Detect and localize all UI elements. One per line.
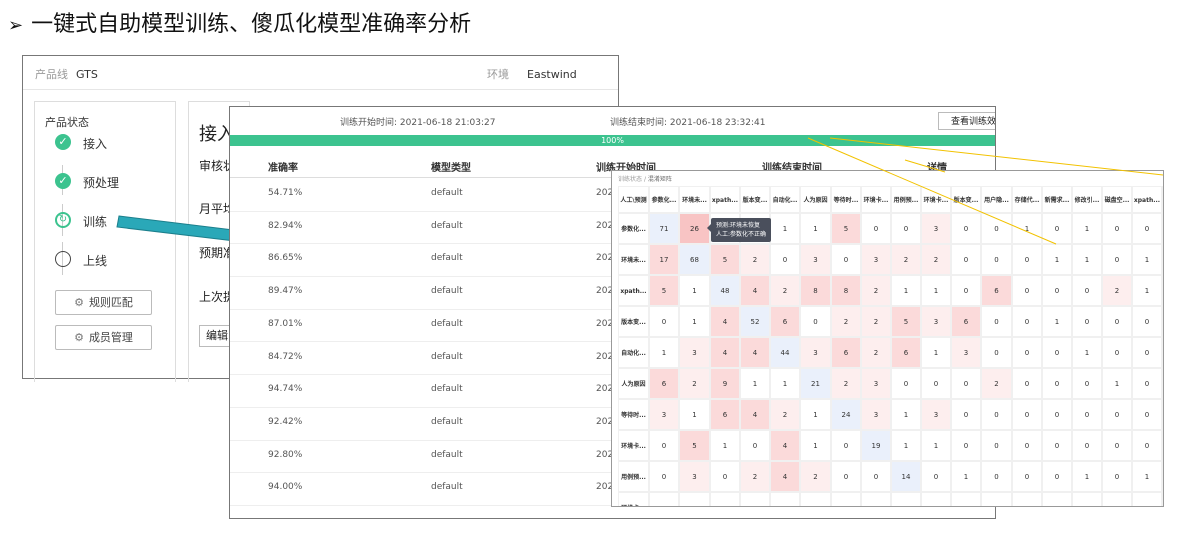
callout-line (829, 137, 1164, 176)
callout-line (904, 159, 946, 173)
callout-line (807, 137, 1057, 245)
callout-lines (807, 137, 1164, 245)
